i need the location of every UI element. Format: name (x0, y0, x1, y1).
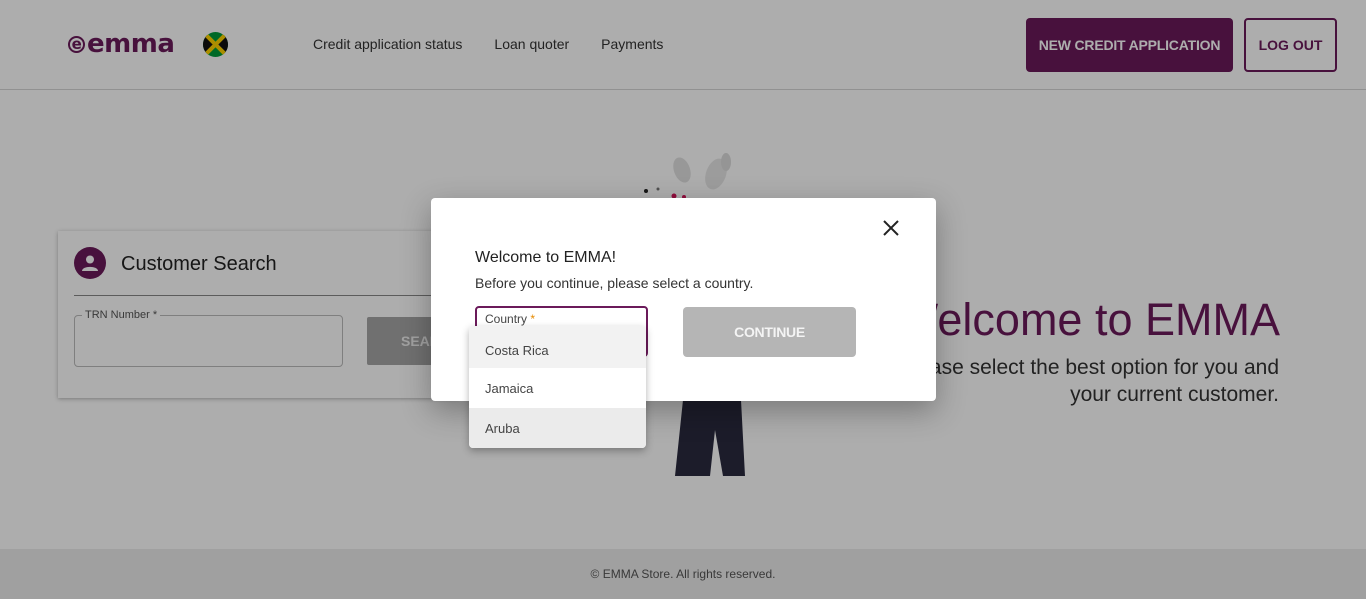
continue-button[interactable]: CONTINUE (683, 307, 856, 357)
required-asterisk: * (530, 312, 536, 326)
dialog-message: Before you continue, please select a cou… (475, 275, 754, 291)
country-option-jamaica[interactable]: Jamaica (469, 368, 646, 408)
country-dropdown: Costa Rica Jamaica Aruba (469, 326, 646, 448)
close-icon[interactable] (882, 219, 900, 237)
country-label: Country * (485, 312, 536, 326)
country-option-aruba[interactable]: Aruba (469, 408, 646, 448)
country-option-costa-rica[interactable]: Costa Rica (469, 326, 646, 368)
dialog-title: Welcome to EMMA! (475, 249, 617, 266)
